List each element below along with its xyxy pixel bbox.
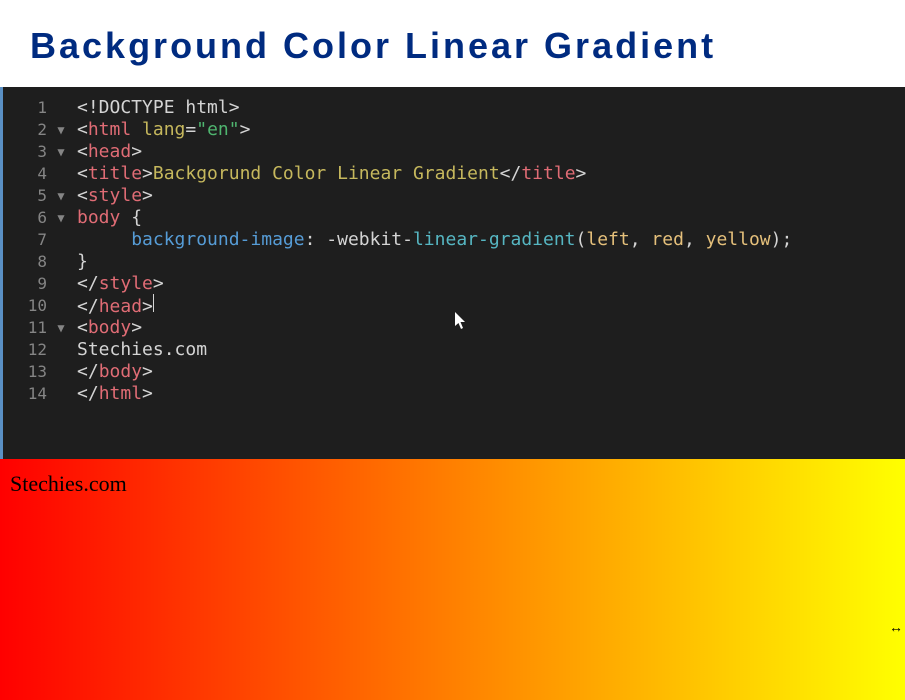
resize-handle-icon[interactable]: ↔ bbox=[889, 619, 903, 635]
line-number: 9 bbox=[3, 273, 51, 295]
code-line[interactable]: 12 Stechies.com bbox=[3, 339, 905, 361]
code-line[interactable]: 6▼body { bbox=[3, 207, 905, 229]
code-content[interactable]: <html lang="en"> bbox=[71, 119, 250, 141]
line-number: 7 bbox=[3, 229, 51, 251]
code-content[interactable]: </style> bbox=[71, 273, 164, 295]
code-content[interactable]: </html> bbox=[71, 383, 153, 405]
code-content[interactable]: </body> bbox=[71, 361, 153, 383]
line-number: 5 bbox=[3, 185, 51, 207]
code-content[interactable]: body { bbox=[71, 207, 142, 229]
code-content[interactable]: </head> bbox=[71, 294, 154, 318]
line-number: 2 bbox=[3, 119, 51, 141]
page-title: Background Color Linear Gradient bbox=[30, 25, 875, 67]
preview-body-text: Stechies.com bbox=[10, 471, 127, 496]
code-editor[interactable]: 1<!DOCTYPE html>2▼<html lang="en">3▼<hea… bbox=[0, 87, 905, 459]
fold-toggle-icon[interactable]: ▼ bbox=[51, 141, 71, 163]
line-number: 13 bbox=[3, 361, 51, 383]
code-content[interactable]: Stechies.com bbox=[71, 339, 207, 361]
line-number: 14 bbox=[3, 383, 51, 405]
line-number: 11 bbox=[3, 317, 51, 339]
line-number: 1 bbox=[3, 97, 51, 119]
line-number: 8 bbox=[3, 251, 51, 273]
code-line[interactable]: 8} bbox=[3, 251, 905, 273]
code-line[interactable]: 7 background-image: -webkit-linear-gradi… bbox=[3, 229, 905, 251]
line-number: 6 bbox=[3, 207, 51, 229]
line-number: 10 bbox=[3, 295, 51, 317]
fold-toggle-icon[interactable]: ▼ bbox=[51, 185, 71, 207]
code-content[interactable]: <style> bbox=[71, 185, 153, 207]
code-line[interactable]: 3▼<head> bbox=[3, 141, 905, 163]
code-line[interactable]: 10 </head> bbox=[3, 295, 905, 317]
line-number: 3 bbox=[3, 141, 51, 163]
code-content[interactable]: <head> bbox=[71, 141, 142, 163]
preview-pane: Stechies.com ↔ bbox=[0, 459, 905, 700]
code-line[interactable]: 2▼<html lang="en"> bbox=[3, 119, 905, 141]
fold-toggle-icon[interactable]: ▼ bbox=[51, 317, 71, 339]
code-line[interactable]: 11▼<body> bbox=[3, 317, 905, 339]
code-content[interactable]: } bbox=[71, 251, 88, 273]
code-content[interactable]: <body> bbox=[71, 317, 142, 339]
fold-toggle-icon[interactable]: ▼ bbox=[51, 207, 71, 229]
code-line[interactable]: 5▼<style> bbox=[3, 185, 905, 207]
code-line[interactable]: 9 </style> bbox=[3, 273, 905, 295]
line-number: 4 bbox=[3, 163, 51, 185]
text-cursor bbox=[153, 294, 154, 312]
fold-toggle-icon[interactable]: ▼ bbox=[51, 119, 71, 141]
code-line[interactable]: 13 </body> bbox=[3, 361, 905, 383]
code-content[interactable]: <!DOCTYPE html> bbox=[71, 97, 240, 119]
code-line[interactable]: 4 <title>Backgorund Color Linear Gradient… bbox=[3, 163, 905, 185]
line-number: 12 bbox=[3, 339, 51, 361]
code-line[interactable]: 14 </html> bbox=[3, 383, 905, 405]
code-content[interactable]: background-image: -webkit-linear-gradien… bbox=[71, 229, 792, 251]
page-header: Background Color Linear Gradient bbox=[0, 0, 905, 87]
code-line[interactable]: 1 <!DOCTYPE html> bbox=[3, 97, 905, 119]
code-content[interactable]: <title>Backgorund Color Linear Gradient<… bbox=[71, 163, 586, 185]
